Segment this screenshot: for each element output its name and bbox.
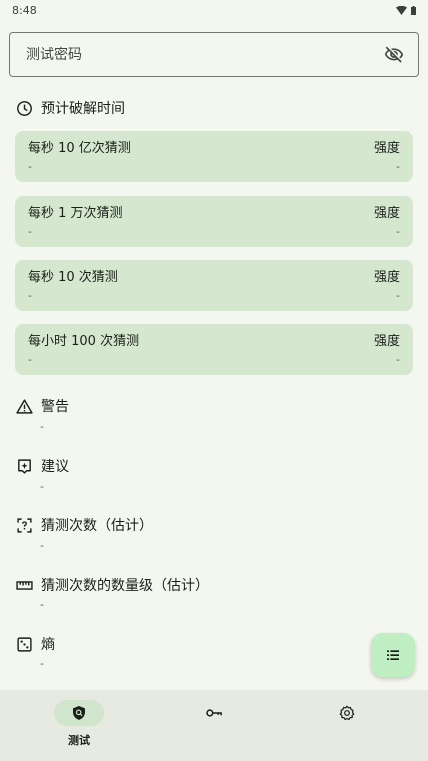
question-frame-icon (17, 517, 32, 533)
card-strength-value: - (396, 289, 400, 302)
card-label: 每秒 1 万次猜测 (28, 206, 123, 221)
status-bar: 8:48 (0, 0, 428, 20)
suggestions-title: 建议 (41, 459, 69, 475)
suggestions-heading: 建议 (16, 456, 69, 476)
bottom-nav: 测试 (0, 690, 428, 761)
gear-icon (339, 705, 355, 721)
guesses-log10-value: - (40, 598, 44, 611)
guesses-heading: 猜测次数（估计） (16, 515, 153, 535)
status-icons (396, 5, 416, 15)
nav-item-test[interactable]: 测试 (29, 700, 129, 748)
shield-search-icon (73, 706, 85, 720)
ruler-icon (16, 580, 33, 590)
visibility-toggle-button[interactable] (382, 43, 406, 67)
key-icon (206, 709, 222, 717)
nav-pill-active (54, 700, 104, 726)
warning-title: 警告 (41, 399, 69, 415)
guesses-log10-title: 猜测次数的数量级（估计） (41, 578, 209, 594)
card-time-value: - (28, 289, 32, 302)
visibility-off-icon (384, 46, 404, 63)
crack-time-card: 每秒 10 亿次猜测 强度 - - (15, 131, 413, 182)
crack-time-heading: 预计破解时间 (16, 98, 125, 118)
card-strength-value: - (396, 225, 400, 238)
wifi-icon (396, 5, 407, 15)
nav-pill (322, 700, 372, 726)
clock-icon (17, 100, 32, 116)
status-time: 8:48 (12, 3, 37, 17)
warning-icon (16, 398, 33, 414)
card-strength-label: 强度 (373, 141, 400, 156)
crack-time-card: 每小时 100 次猜测 强度 - - (15, 324, 413, 375)
nav-item-label: 测试 (68, 734, 90, 747)
password-field[interactable] (9, 32, 419, 77)
warning-value: - (40, 420, 44, 433)
card-strength-label: 强度 (373, 270, 400, 285)
card-strength-value: - (396, 160, 400, 173)
suggestions-value: - (40, 480, 44, 493)
suggestion-icon (18, 458, 31, 474)
card-strength-value: - (396, 353, 400, 366)
password-input[interactable] (24, 45, 382, 64)
nav-pill (189, 700, 239, 726)
entropy-heading: 熵 (16, 634, 55, 654)
crack-time-card: 每秒 1 万次猜测 强度 - - (15, 196, 413, 247)
list-icon (387, 650, 399, 660)
guesses-value: - (40, 539, 44, 552)
warning-heading: 警告 (16, 396, 69, 416)
card-time-value: - (28, 160, 32, 173)
battery-icon (411, 5, 416, 15)
guesses-log10-heading: 猜测次数的数量级（估计） (16, 575, 209, 595)
crack-time-title: 预计破解时间 (41, 101, 125, 117)
card-label: 每小时 100 次猜测 (28, 334, 140, 349)
list-fab-button[interactable] (371, 633, 415, 677)
entropy-value: - (40, 657, 44, 670)
nav-item-key[interactable] (164, 700, 264, 726)
entropy-title: 熵 (41, 637, 55, 653)
card-strength-label: 强度 (373, 206, 400, 221)
nav-item-settings[interactable] (297, 700, 397, 726)
crack-time-card: 每秒 10 次猜测 强度 - - (15, 260, 413, 311)
guesses-title: 猜测次数（估计） (41, 518, 153, 534)
card-strength-label: 强度 (373, 334, 400, 349)
card-time-value: - (28, 353, 32, 366)
card-label: 每秒 10 亿次猜测 (28, 141, 131, 156)
card-time-value: - (28, 225, 32, 238)
card-label: 每秒 10 次猜测 (28, 270, 118, 285)
dice-icon (17, 636, 32, 652)
